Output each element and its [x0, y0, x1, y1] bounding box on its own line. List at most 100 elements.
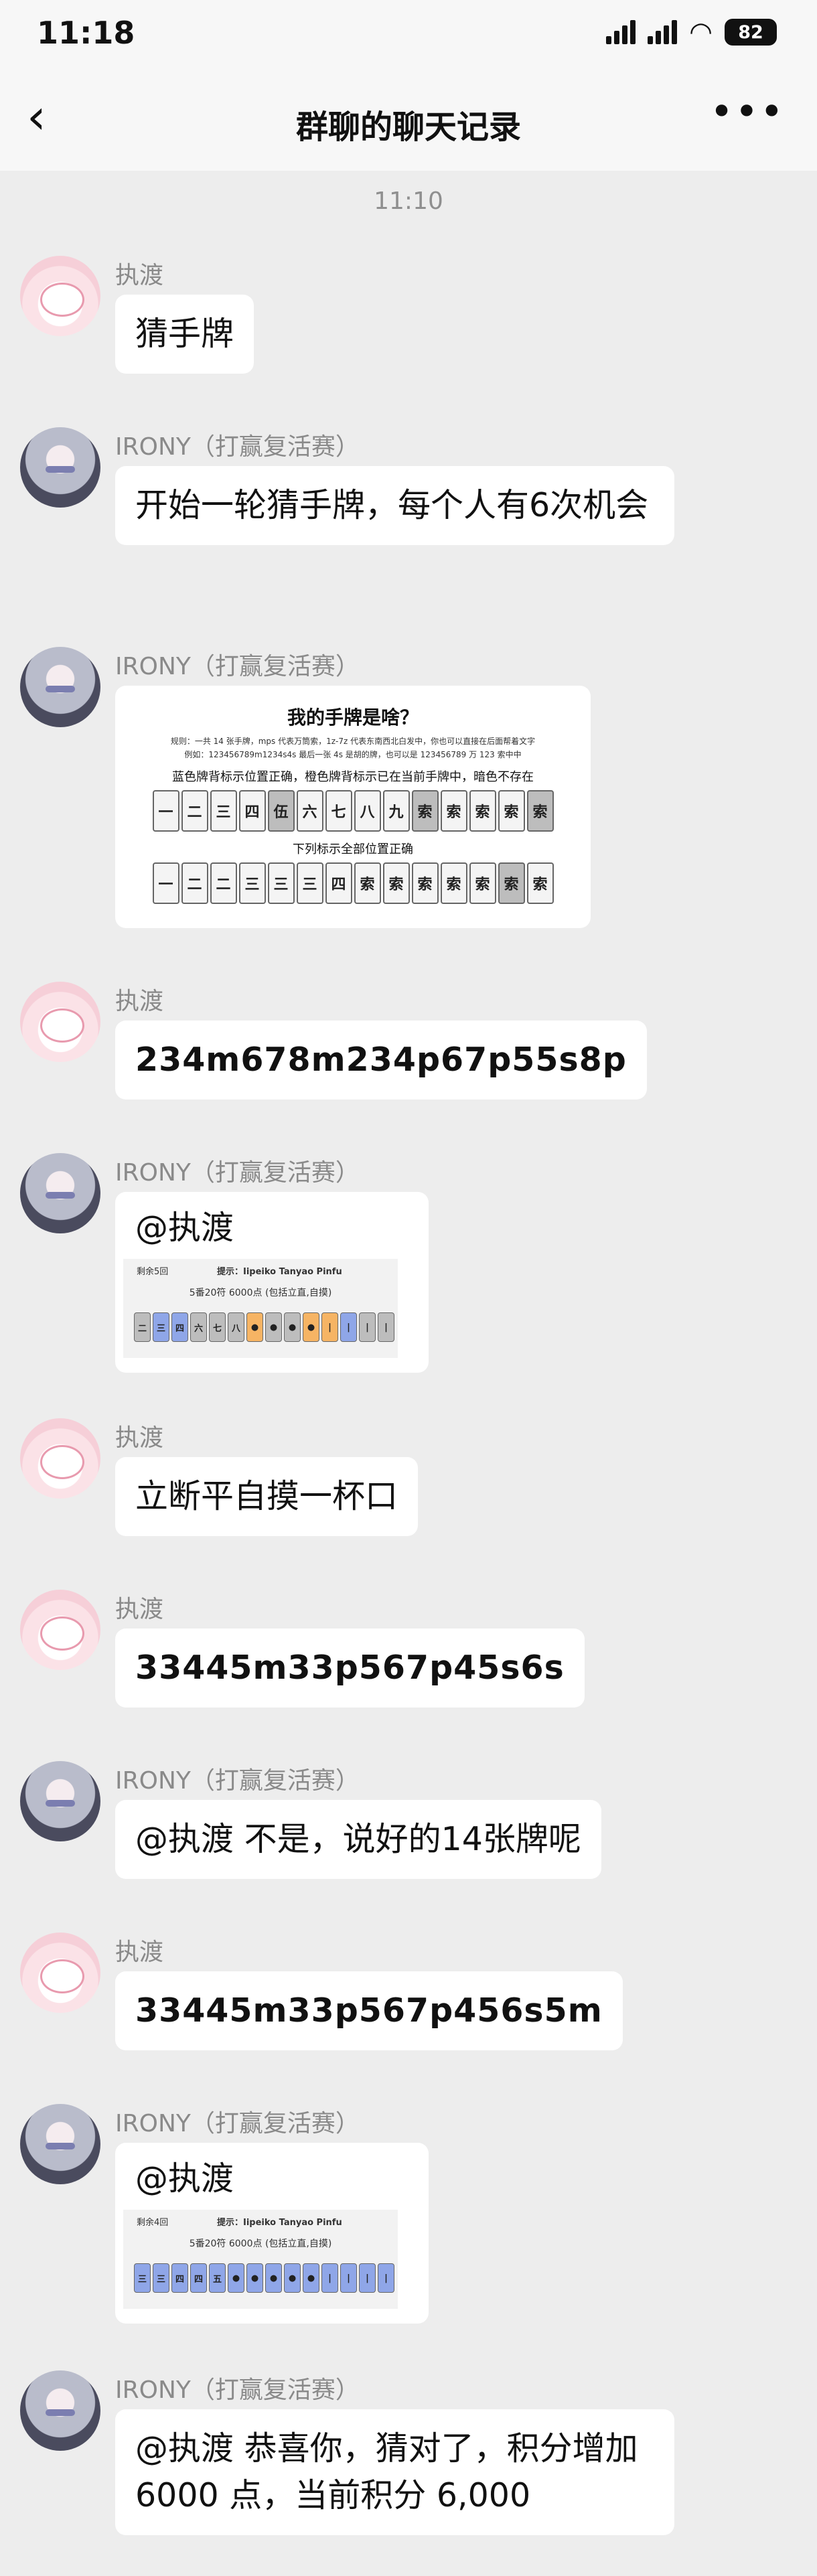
sender-name: 执渡: [115, 262, 164, 289]
mention-text: @执渡: [135, 2160, 234, 2198]
message-bubble[interactable]: 234m678m234p67p55s8p: [115, 1020, 647, 1100]
sender-name: IRONY（打赢复活赛）: [115, 1159, 360, 1187]
mahjong-tile: 三: [153, 2263, 169, 2293]
mahjong-tile: |: [321, 1312, 338, 1342]
mahjong-tile: 五: [209, 2263, 226, 2293]
mahjong-tile: 索: [498, 862, 525, 904]
mahjong-tile: ●: [284, 2263, 301, 2293]
mahjong-tile: 三: [296, 862, 323, 904]
mahjong-tile: |: [340, 1312, 357, 1342]
game-guess-label: 下列标示全部位置正确: [293, 842, 413, 856]
avatar[interactable]: [20, 982, 100, 1062]
message-bubble[interactable]: 猜手牌: [115, 295, 254, 374]
remaining-rounds: 剩余5回: [137, 1267, 169, 1277]
avatar[interactable]: [20, 1153, 100, 1233]
mahjong-tile: 四: [190, 2263, 207, 2293]
mahjong-tile: 索: [498, 790, 525, 832]
mahjong-tile: 索: [411, 862, 439, 904]
cellular-signal-icon: [606, 20, 636, 44]
mahjong-tile: 索: [382, 862, 410, 904]
avatar[interactable]: [20, 427, 100, 508]
mahjong-tile: 四: [171, 1312, 188, 1342]
mahjong-tile: 索: [411, 790, 439, 832]
sender-name: 执渡: [115, 1424, 164, 1452]
game-legend: 蓝色牌背标示位置正确，橙色牌背标示已在当前手牌中，暗色不存在: [172, 770, 534, 784]
mahjong-tile: 索: [469, 862, 496, 904]
wifi-icon: ◠: [689, 17, 713, 48]
mahjong-tile: 八: [354, 790, 381, 832]
mahjong-tile: |: [321, 2263, 338, 2293]
mahjong-tile: ●: [303, 1312, 319, 1342]
mention-text: @执渡: [135, 1209, 234, 1247]
avatar[interactable]: [20, 647, 100, 727]
mahjong-tile: 六: [190, 1312, 207, 1342]
avatar[interactable]: [20, 1590, 100, 1670]
status-time: 11:18: [37, 15, 135, 51]
mahjong-tile: 一: [152, 790, 179, 832]
mahjong-tile: ●: [265, 1312, 282, 1342]
mahjong-tile: 索: [440, 790, 467, 832]
message-bubble[interactable]: 立断平自摸一杯口: [115, 1457, 419, 1536]
mahjong-tile: |: [378, 2263, 394, 2293]
mahjong-tile: 索: [526, 862, 554, 904]
mahjong-tile: ●: [265, 2263, 282, 2293]
image-message[interactable]: 我的手牌是啥？ 规则：一共 14 张手牌，mps 代表万筒索，1z-7z 代表东…: [115, 686, 591, 928]
sender-name: 执渡: [115, 988, 164, 1015]
mahjong-tile: 九: [382, 790, 410, 832]
sender-name: 执渡: [115, 1596, 164, 1623]
game-image: 剩余4回 提示：Iipeiko Tanyao Pinfu 5番20符 6000点…: [123, 2210, 398, 2309]
mahjong-tile: ●: [246, 1312, 263, 1342]
avatar[interactable]: [20, 2370, 100, 2451]
avatar[interactable]: [20, 256, 100, 336]
game-title: 我的手牌是啥？: [287, 706, 419, 729]
mahjong-tile: ●: [228, 2263, 244, 2293]
mahjong-tile: 二: [134, 1312, 151, 1342]
game-rule: 规则：一共 14 张手牌，mps 代表万筒索，1z-7z 代表东南西北白发中，你…: [170, 737, 536, 746]
score-line: 5番20符 6000点 (包括立直,自摸): [189, 2239, 332, 2249]
avatar[interactable]: [20, 1933, 100, 2013]
mahjong-tile: 七: [325, 790, 352, 832]
avatar[interactable]: [20, 2104, 100, 2184]
cellular-signal-icon: [648, 20, 678, 44]
mahjong-tile: 索: [469, 790, 496, 832]
mahjong-tile: 伍: [267, 790, 295, 832]
mahjong-tile: 四: [238, 790, 266, 832]
sender-name: IRONY（打赢复活赛）: [115, 1767, 360, 1795]
tile-row: 一 二 三 四 伍 六 七 八 九 索 索 索 索 索: [123, 790, 583, 832]
mahjong-tile: 四: [325, 862, 352, 904]
mahjong-tile: 二: [210, 862, 237, 904]
mahjong-tile: 三: [153, 1312, 169, 1342]
mahjong-tile: |: [359, 2263, 376, 2293]
avatar[interactable]: [20, 1418, 100, 1499]
mahjong-tile: 七: [209, 1312, 226, 1342]
message-bubble[interactable]: @执渡 恭喜你，猜对了，积分增加 6000 点，当前积分 6,000: [115, 2409, 674, 2535]
mahjong-tile: |: [378, 1312, 394, 1342]
avatar[interactable]: [20, 1761, 100, 1841]
battery-icon: 82: [725, 19, 777, 46]
score-line: 5番20符 6000点 (包括立直,自摸): [189, 1288, 332, 1298]
sender-name: IRONY（打赢复活赛）: [115, 2376, 360, 2404]
tile-row: 一 二 二 三 三 三 四 索 索 索 索 索 索 索: [123, 862, 583, 904]
tile-row: 二 三 四 六 七 八 ● ● ● ● | | | |: [134, 1312, 394, 1342]
mahjong-tile: 三: [238, 862, 266, 904]
message-bubble[interactable]: @执渡 剩余5回 提示：Iipeiko Tanyao Pinfu 5番20符 6…: [115, 1192, 429, 1373]
message-bubble[interactable]: 开始一轮猜手牌，每个人有6次机会: [115, 466, 674, 545]
message-bubble[interactable]: 33445m33p567p45s6s: [115, 1628, 585, 1708]
hint-text: 提示：Iipeiko Tanyao Pinfu: [217, 1267, 342, 1277]
mahjong-tile: ●: [303, 2263, 319, 2293]
tile-row: 三 三 四 四 五 ● ● ● ● ● | | | |: [134, 2263, 394, 2293]
mahjong-tile: 三: [134, 2263, 151, 2293]
sender-name: IRONY（打赢复活赛）: [115, 2110, 360, 2137]
mahjong-tile: 索: [440, 862, 467, 904]
mahjong-tile: 二: [181, 790, 208, 832]
mahjong-tile: 索: [526, 790, 554, 832]
status-bar: 11:18 ◠ 82: [0, 0, 817, 74]
nav-bar: ‹ 群聊的聊天记录 •••: [0, 74, 817, 171]
page-title: 群聊的聊天记录: [295, 108, 521, 146]
message-bubble[interactable]: @执渡 不是，说好的14张牌呢: [115, 1800, 601, 1879]
more-icon[interactable]: •••: [710, 88, 785, 135]
message-bubble[interactable]: 33445m33p567p456s5m: [115, 1971, 623, 2050]
message-bubble[interactable]: @执渡 剩余4回 提示：Iipeiko Tanyao Pinfu 5番20符 6…: [115, 2143, 429, 2324]
mahjong-tile: 六: [296, 790, 323, 832]
mahjong-tile: 三: [267, 862, 295, 904]
